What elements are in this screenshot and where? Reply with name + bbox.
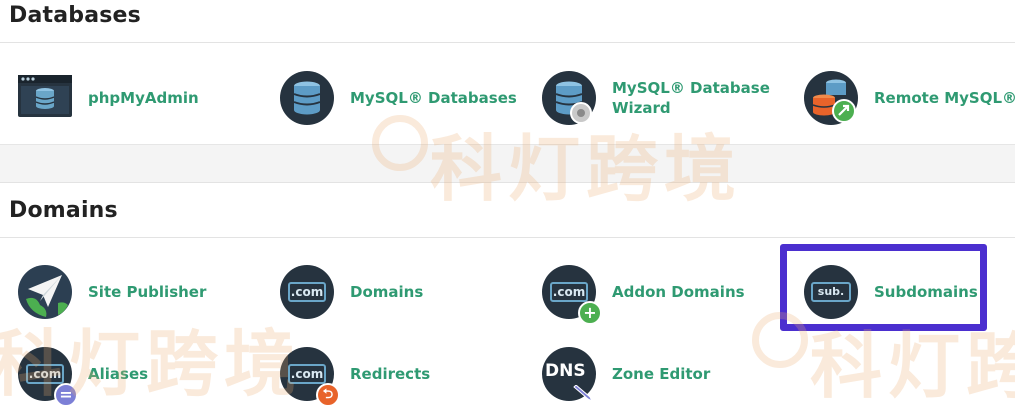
remote-mysql-label: Remote MySQL® [874, 89, 1015, 107]
domains-section-header: Domains [0, 182, 1015, 238]
dotcom-alias-icon: .com = [18, 347, 78, 407]
domains-label: Domains [350, 283, 424, 301]
domains-section-title: Domains [9, 198, 118, 223]
dns-zone-icon: DNS [542, 347, 596, 403]
paper-plane-globe-icon [18, 265, 72, 319]
site-publisher-label: Site Publisher [88, 283, 207, 301]
database-stack-icon [280, 71, 334, 125]
database-wizard-icon [542, 71, 596, 125]
zone-editor-label: Zone Editor [612, 365, 711, 383]
mysql-database-wizard-label: MySQL® Database Wizard [612, 79, 770, 117]
pencil-icon [573, 385, 594, 403]
databases-section-title: Databases [9, 3, 141, 28]
dotcom-add-icon: .com + [542, 265, 602, 325]
mysql-databases-label: MySQL® Databases [350, 89, 517, 107]
equals-icon: = [54, 383, 78, 407]
subdomain-icon: sub. [804, 265, 858, 319]
plus-icon: + [578, 301, 602, 325]
phpmyadmin-label: phpMyAdmin [88, 89, 199, 107]
addon-domains-label: Addon Domains [612, 283, 745, 301]
dotcom-icon: .com [280, 265, 334, 319]
phpmyadmin-icon [18, 71, 72, 125]
watermark-logo-icon-right [752, 312, 808, 368]
aliases-label: Aliases [88, 365, 149, 383]
dotcom-redirect-icon: .com ⮌ [280, 347, 340, 407]
databases-section-header: Databases [0, 0, 1015, 43]
redirect-arrow-icon: ⮌ [316, 383, 340, 407]
subdomains-label: Subdomains [874, 283, 978, 301]
watermark-text-right: 科灯跨境 [810, 324, 1015, 408]
remote-mysql-icon [804, 71, 858, 125]
redirects-label: Redirects [350, 365, 431, 383]
section-separator [0, 144, 1015, 182]
